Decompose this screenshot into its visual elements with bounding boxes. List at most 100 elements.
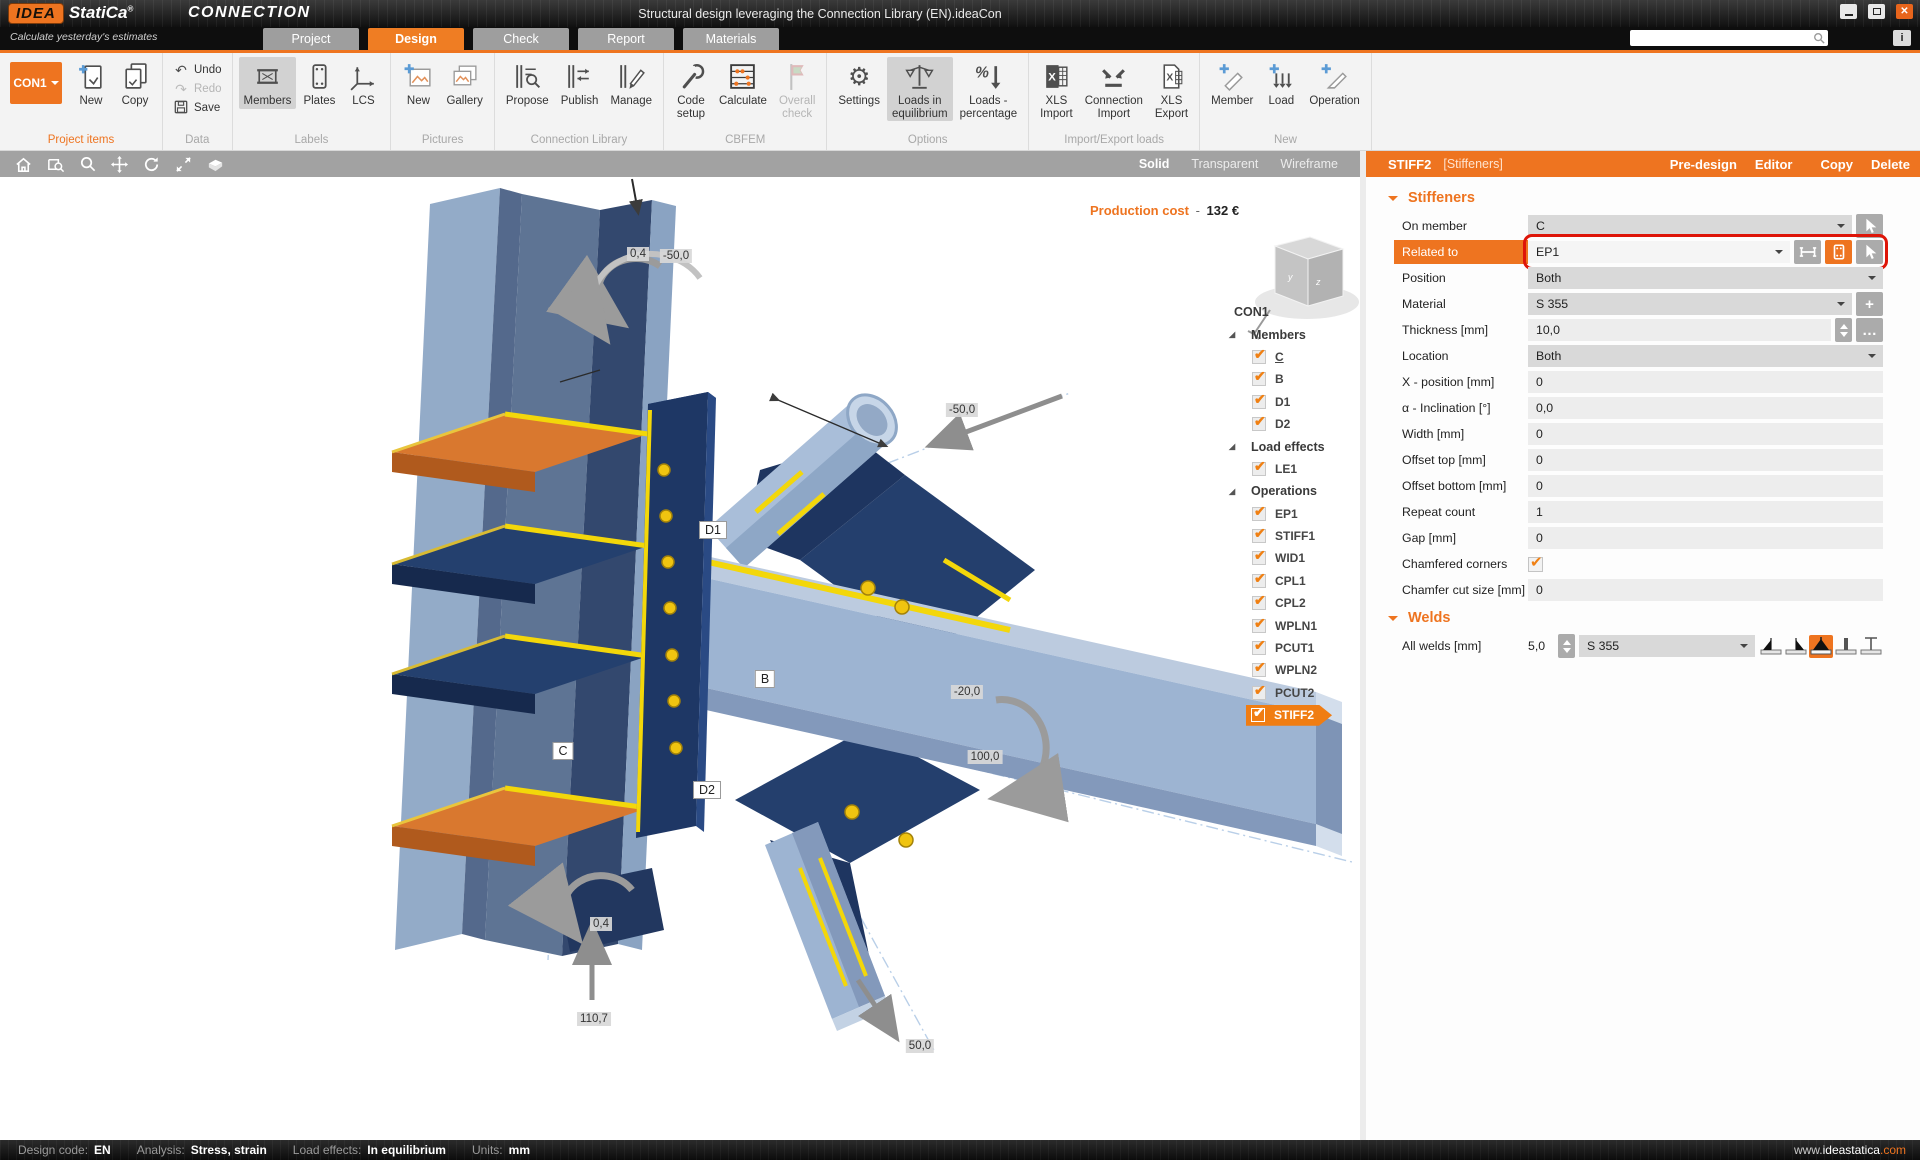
redo-button[interactable]: ↷Redo (169, 80, 226, 98)
tree-item-member-d2[interactable]: D2 (1228, 413, 1360, 435)
lcs-labels-button[interactable]: LCS (342, 57, 384, 109)
delete-operation-button[interactable]: Delete (1871, 157, 1910, 172)
tree-item-member-d1[interactable]: D1 (1228, 391, 1360, 413)
checkbox-checked-icon[interactable] (1252, 663, 1266, 677)
tree-group-load-effects[interactable]: ◢Load effects (1228, 435, 1360, 457)
publish-button[interactable]: Publish (556, 57, 604, 109)
weld-size-value[interactable]: 5,0 (1528, 639, 1554, 653)
checkbox-checked-icon[interactable] (1252, 574, 1266, 588)
close-button[interactable]: ✕ (1896, 4, 1913, 19)
inclination-input[interactable]: 0,0 (1528, 397, 1883, 419)
members-labels-button[interactable]: Members (239, 57, 297, 109)
viewport-3d[interactable]: z y (0, 177, 1360, 1140)
label-member-c[interactable]: C (552, 742, 573, 760)
loads-in-equilibrium-button[interactable]: Loads in equilibrium (887, 57, 953, 121)
tab-project[interactable]: Project (263, 28, 359, 50)
tree-item-wpln2[interactable]: WPLN2 (1228, 659, 1360, 681)
position-dropdown[interactable]: Both (1528, 267, 1883, 289)
section-welds[interactable]: Welds (1366, 603, 1920, 633)
thickness-stepper[interactable] (1835, 318, 1852, 342)
location-dropdown[interactable]: Both (1528, 345, 1883, 367)
zoom-window-button[interactable] (44, 154, 66, 174)
weld-material-dropdown[interactable]: S 355 (1579, 635, 1755, 657)
repeat-count-input[interactable]: 1 (1528, 501, 1883, 523)
undo-button[interactable]: ↶Undo (169, 61, 226, 79)
mode-transparent[interactable]: Transparent (1191, 157, 1258, 171)
loads-percentage-button[interactable]: % Loads - percentage (955, 57, 1023, 121)
search-input[interactable] (1630, 32, 1813, 44)
checkbox-checked-icon[interactable] (1252, 350, 1266, 364)
related-to-dropdown[interactable]: EP1 (1528, 241, 1790, 263)
thickness-more-button[interactable]: … (1856, 318, 1883, 342)
offset-bottom-input[interactable]: 0 (1528, 475, 1883, 497)
tab-materials[interactable]: Materials (683, 28, 779, 50)
checkbox-checked-icon[interactable] (1252, 619, 1266, 633)
select-plate-mode-button[interactable] (1825, 240, 1852, 264)
maximize-button[interactable] (1868, 4, 1885, 19)
x-position-input[interactable]: 0 (1528, 371, 1883, 393)
tab-design[interactable]: Design (368, 28, 464, 50)
expander-icon[interactable]: ◢ (1228, 330, 1242, 339)
overall-check-button[interactable]: Overall check (774, 57, 820, 121)
website-link[interactable]: www.ideastatica.com (1794, 1143, 1906, 1157)
plates-labels-button[interactable]: Plates (298, 57, 340, 109)
checkbox-checked-icon[interactable] (1252, 596, 1266, 610)
new-member-button[interactable]: Member (1206, 57, 1258, 109)
tree-item-le1[interactable]: LE1 (1228, 458, 1360, 480)
material-dropdown[interactable]: S 355 (1528, 293, 1852, 315)
add-material-button[interactable]: + (1856, 292, 1883, 316)
manage-button[interactable]: Manage (605, 57, 657, 109)
expander-icon[interactable]: ◢ (1228, 487, 1242, 496)
propose-button[interactable]: Propose (501, 57, 554, 109)
mode-wireframe[interactable]: Wireframe (1280, 157, 1338, 171)
expander-icon[interactable]: ◢ (1228, 442, 1242, 451)
checkbox-checked-icon[interactable] (1252, 507, 1266, 521)
tree-item-cpl2[interactable]: CPL2 (1228, 592, 1360, 614)
label-member-d1[interactable]: D1 (699, 521, 727, 539)
weld-fillet-left-button[interactable] (1759, 635, 1783, 658)
tab-check[interactable]: Check (473, 28, 569, 50)
checkbox-checked-icon[interactable] (1252, 372, 1266, 386)
weld-size-stepper[interactable] (1558, 634, 1575, 658)
checkbox-checked-icon[interactable] (1252, 529, 1266, 543)
new-load-button[interactable]: Load (1260, 57, 1302, 109)
tree-item-ep1[interactable]: EP1 (1228, 503, 1360, 525)
tree-item-stiff1[interactable]: STIFF1 (1228, 525, 1360, 547)
tree-item-pcut1[interactable]: PCUT1 (1228, 637, 1360, 659)
info-button[interactable]: i (1893, 30, 1911, 46)
new-project-item-button[interactable]: New (70, 57, 112, 109)
new-picture-button[interactable]: New (397, 57, 439, 109)
settings-button[interactable]: ⚙ Settings (833, 57, 885, 109)
editor-button[interactable]: Editor (1755, 157, 1793, 172)
rotate-button[interactable] (140, 154, 162, 174)
pick-member-button[interactable] (1856, 214, 1883, 238)
calculate-button[interactable]: Calculate (714, 57, 772, 109)
pick-related-button[interactable] (1856, 240, 1883, 264)
checkbox-checked-icon[interactable] (1252, 417, 1266, 431)
code-setup-button[interactable]: Code setup (670, 57, 712, 121)
section-stiffeners[interactable]: Stiffeners (1366, 183, 1920, 213)
pan-button[interactable] (108, 154, 130, 174)
weld-butt-button[interactable] (1834, 635, 1858, 658)
mode-solid[interactable]: Solid (1139, 157, 1170, 171)
tree-root-con1[interactable]: CON1 (1228, 301, 1360, 323)
save-button[interactable]: Save (169, 99, 226, 117)
copy-project-item-button[interactable]: Copy (114, 57, 156, 109)
tab-report[interactable]: Report (578, 28, 674, 50)
checkbox-checked-icon[interactable] (1252, 395, 1266, 409)
chamfered-corners-checkbox[interactable] (1528, 557, 1543, 572)
new-operation-button[interactable]: Operation (1304, 57, 1365, 109)
connection-selector[interactable]: CON1 (10, 62, 62, 104)
tree-group-operations[interactable]: ◢Operations (1228, 480, 1360, 502)
home-view-button[interactable] (12, 154, 34, 174)
chamfer-cut-input[interactable]: 0 (1528, 579, 1883, 601)
search-box[interactable] (1630, 30, 1828, 46)
fit-view-button[interactable] (172, 154, 194, 174)
checkbox-checked-icon[interactable] (1252, 641, 1266, 655)
checkbox-checked-icon[interactable] (1251, 708, 1265, 722)
connection-import-button[interactable]: Connection Import (1080, 57, 1148, 121)
select-member-mode-button[interactable] (1794, 240, 1821, 264)
zoom-button[interactable] (76, 154, 98, 174)
xls-export-button[interactable]: X XLS Export (1150, 57, 1193, 121)
offset-top-input[interactable]: 0 (1528, 449, 1883, 471)
